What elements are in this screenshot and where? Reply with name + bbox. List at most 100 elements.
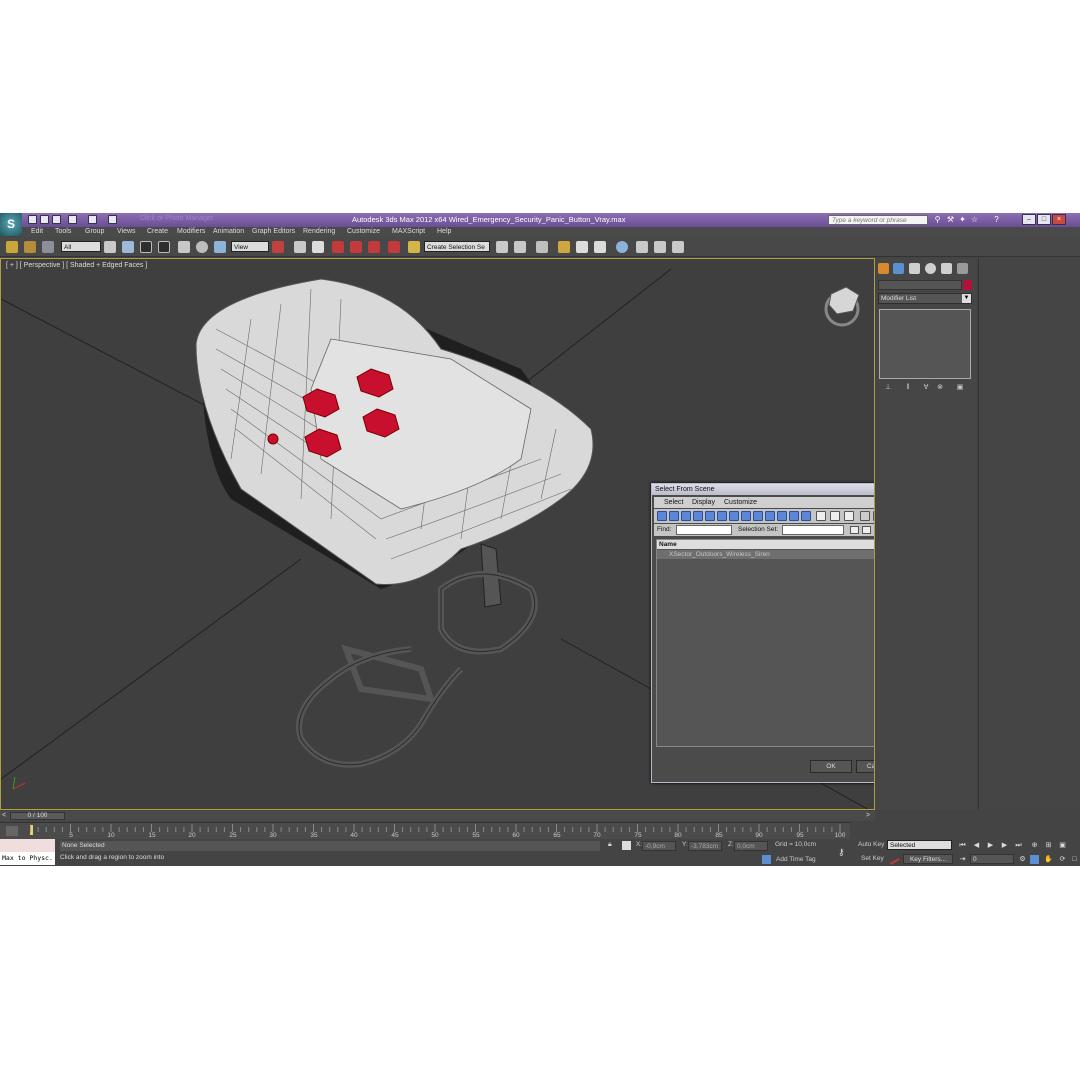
ok-button[interactable]: OK bbox=[810, 760, 852, 773]
play-icon[interactable]: ▶ bbox=[986, 841, 995, 850]
display-hidden-icon[interactable] bbox=[789, 511, 799, 521]
menu-maxscript[interactable]: MAXScript bbox=[392, 227, 425, 237]
binoculars-icon[interactable]: ⚲ bbox=[933, 215, 942, 224]
select-by-name-icon[interactable] bbox=[122, 241, 134, 253]
select-rotate-icon[interactable] bbox=[196, 241, 208, 253]
select-scale-icon[interactable] bbox=[214, 241, 226, 253]
save-file-icon[interactable] bbox=[52, 215, 61, 224]
menu-help[interactable]: Help bbox=[437, 227, 451, 237]
align-icon[interactable] bbox=[514, 241, 526, 253]
minimize-button[interactable]: – bbox=[1022, 214, 1036, 225]
time-slider-thumb[interactable]: 0 / 100 bbox=[10, 812, 65, 820]
perspective-viewport[interactable]: [ + ] [ Perspective ] [ Shaded + Edged F… bbox=[0, 258, 875, 810]
zoom-icon[interactable]: ⊕ bbox=[1030, 841, 1039, 850]
project-folder-icon[interactable] bbox=[108, 215, 117, 224]
track-bar[interactable]: 5 10 15 20 25 30 35 40 45 50 55 60 65 70… bbox=[0, 822, 850, 839]
display-helpers-icon[interactable] bbox=[705, 511, 715, 521]
pivot-center-icon[interactable] bbox=[272, 241, 284, 253]
material-editor-icon[interactable] bbox=[616, 241, 628, 253]
redo-icon[interactable] bbox=[88, 215, 97, 224]
edit-named-selection-icon[interactable] bbox=[408, 241, 420, 253]
select-and-link-icon[interactable] bbox=[6, 241, 18, 253]
reference-coordinate-dropdown[interactable]: View bbox=[231, 241, 269, 252]
zoom-extents-icon[interactable]: ▣ bbox=[1058, 841, 1067, 850]
display-groups-icon[interactable] bbox=[729, 511, 739, 521]
modifier-list-dropdown[interactable]: Modifier List ▼ bbox=[878, 293, 972, 304]
menu-edit[interactable]: Edit bbox=[31, 227, 43, 237]
orbit-icon[interactable]: ⟳ bbox=[1058, 855, 1067, 864]
display-bones-icon[interactable] bbox=[753, 511, 763, 521]
display-space-warps-icon[interactable] bbox=[717, 511, 727, 521]
pin-stack-icon[interactable]: ⊥ bbox=[884, 384, 892, 392]
absolute-mode-icon[interactable] bbox=[622, 841, 631, 850]
menu-create[interactable]: Create bbox=[147, 227, 168, 237]
select-object-icon[interactable] bbox=[104, 241, 116, 253]
percent-snap-icon[interactable] bbox=[368, 241, 380, 253]
display-cameras-icon[interactable] bbox=[693, 511, 703, 521]
display-tab-icon[interactable] bbox=[941, 263, 952, 274]
next-frame-icon[interactable]: > bbox=[866, 812, 870, 819]
key-filters-button[interactable]: Key Filters... bbox=[903, 854, 953, 864]
select-move-icon[interactable] bbox=[178, 241, 190, 253]
curve-editor-icon[interactable] bbox=[576, 241, 588, 253]
graphite-toolbar-icon[interactable] bbox=[558, 241, 570, 253]
spinner-snap-icon[interactable] bbox=[388, 241, 400, 253]
scene-object-list[interactable]: Name XSector_Outdoors_Wireless_Siren bbox=[656, 539, 874, 747]
display-frozen-icon[interactable] bbox=[777, 511, 787, 521]
object-name-field[interactable] bbox=[878, 280, 962, 290]
filter-icon[interactable] bbox=[860, 511, 870, 521]
go-to-end-icon[interactable]: ⏭ bbox=[1014, 841, 1023, 850]
selection-filter-dropdown[interactable]: All bbox=[61, 241, 101, 252]
modify-tab-icon[interactable] bbox=[893, 263, 904, 274]
menu-animation[interactable]: Animation bbox=[213, 227, 244, 237]
rendered-frame-window-icon[interactable] bbox=[654, 241, 666, 253]
list-item[interactable]: XSector_Outdoors_Wireless_Siren bbox=[657, 550, 874, 559]
pan-view-icon[interactable]: ✋ bbox=[1044, 855, 1053, 864]
menu-modifiers[interactable]: Modifiers bbox=[177, 227, 205, 237]
auto-key-button[interactable]: Auto Key bbox=[858, 841, 884, 848]
maximize-button[interactable]: □ bbox=[1037, 214, 1051, 225]
communication-icon[interactable]: ✦ bbox=[958, 215, 967, 224]
app-logo-icon[interactable]: S bbox=[0, 213, 22, 236]
menu-views[interactable]: Views bbox=[117, 227, 136, 237]
set-key-button[interactable]: Set Key bbox=[861, 855, 884, 862]
create-tab-icon[interactable] bbox=[878, 263, 889, 274]
display-shapes-icon[interactable] bbox=[669, 511, 679, 521]
search-input[interactable]: Type a keyword or phrase bbox=[828, 215, 928, 225]
bind-space-warp-icon[interactable] bbox=[42, 241, 54, 253]
new-file-icon[interactable] bbox=[28, 215, 37, 224]
prev-frame-icon[interactable]: < bbox=[2, 812, 6, 819]
maxscript-listener-top[interactable] bbox=[0, 839, 55, 852]
lock-icon[interactable]: 🔒︎ bbox=[608, 841, 612, 849]
list-header-name[interactable]: Name bbox=[657, 540, 874, 549]
cancel-button[interactable]: Cancel bbox=[856, 760, 874, 773]
menu-tools[interactable]: Tools bbox=[55, 227, 71, 237]
hierarchy-tab-icon[interactable] bbox=[909, 263, 920, 274]
subscription-icon[interactable]: ⚒ bbox=[946, 215, 955, 224]
snaps-toggle-icon[interactable] bbox=[332, 241, 344, 253]
show-end-result-icon[interactable]: ‖ bbox=[904, 384, 912, 392]
utilities-tab-icon[interactable] bbox=[957, 263, 968, 274]
maximize-viewport-icon[interactable]: □ bbox=[1070, 855, 1079, 864]
menu-rendering[interactable]: Rendering bbox=[303, 227, 335, 237]
find-input[interactable] bbox=[676, 525, 732, 535]
dialog-menu-customize[interactable]: Customize bbox=[724, 497, 757, 508]
window-crossing-icon[interactable] bbox=[158, 241, 170, 253]
display-geometry-icon[interactable] bbox=[657, 511, 667, 521]
maxscript-mini-listener[interactable]: Max to Physc. bbox=[0, 852, 55, 865]
named-selection-dropdown[interactable]: Create Selection Se bbox=[424, 241, 490, 252]
select-all-icon[interactable] bbox=[816, 511, 826, 521]
mirror-icon[interactable] bbox=[496, 241, 508, 253]
rectangular-selection-icon[interactable] bbox=[140, 241, 152, 253]
time-config-icon[interactable]: ⚙ bbox=[1018, 855, 1027, 864]
advanced-filter-icon[interactable] bbox=[873, 511, 874, 521]
open-file-icon[interactable] bbox=[40, 215, 49, 224]
time-slider[interactable]: < 0 / 100 > bbox=[0, 811, 875, 821]
select-invert-icon[interactable] bbox=[844, 511, 854, 521]
display-xrefs-icon[interactable] bbox=[741, 511, 751, 521]
x-coordinate-field[interactable]: -0,9cm bbox=[642, 841, 676, 851]
unlink-icon[interactable] bbox=[24, 241, 36, 253]
close-button[interactable]: × bbox=[1052, 214, 1066, 225]
make-unique-icon[interactable]: ∀ bbox=[922, 384, 930, 392]
y-coordinate-field[interactable]: -3,783cm bbox=[688, 841, 722, 851]
